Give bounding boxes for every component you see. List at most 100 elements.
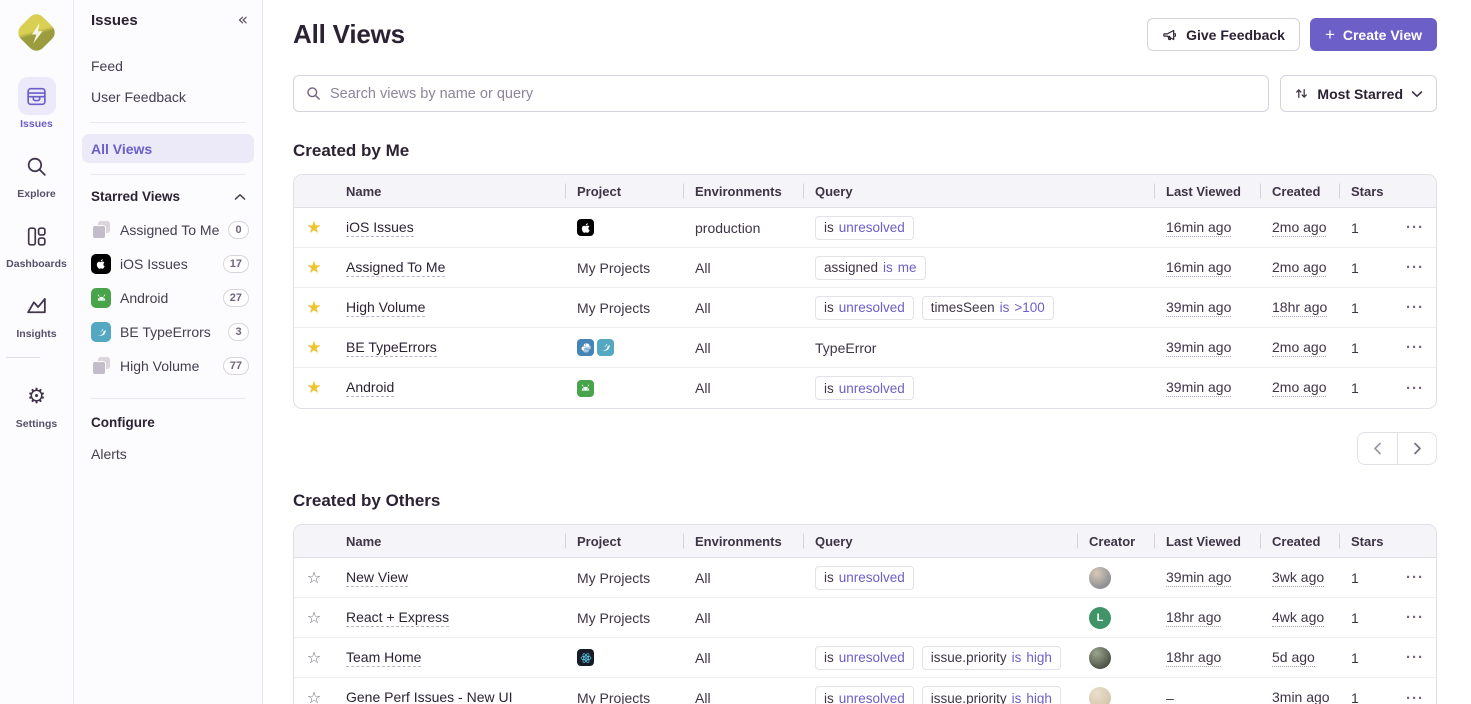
- app-root: Issues Explore Dashboards Insights ⚙Settings…: [0, 0, 1471, 704]
- row-menu-button[interactable]: ···: [1406, 380, 1424, 397]
- star-toggle[interactable]: ★: [294, 258, 334, 278]
- row-menu-button[interactable]: ···: [1406, 690, 1424, 704]
- sentry-logo[interactable]: [17, 13, 57, 53]
- query-token: isunresolved: [815, 296, 914, 320]
- search-input[interactable]: [330, 86, 1256, 102]
- column-header-environments: Environments: [683, 184, 803, 199]
- row-menu-button[interactable]: ···: [1406, 339, 1424, 356]
- row-menu-button[interactable]: ···: [1406, 299, 1424, 316]
- view-row-gene-perf-issues-new-ui[interactable]: ☆Gene Perf Issues - New UIMy ProjectsAll…: [294, 678, 1436, 704]
- row-menu-button[interactable]: ···: [1406, 259, 1424, 276]
- stars-count-cell: 1: [1339, 300, 1389, 316]
- row-menu-cell: ···: [1389, 259, 1436, 276]
- star-icon: ★: [306, 218, 321, 238]
- project-cell: [565, 219, 683, 236]
- creator-cell: [1077, 687, 1154, 704]
- project-cell: My Projects: [565, 690, 683, 704]
- search-icon: [18, 147, 56, 185]
- star-toggle[interactable]: ★: [294, 218, 334, 238]
- star-toggle[interactable]: ☆: [294, 688, 334, 704]
- divider: [6, 357, 40, 358]
- rail-item-issues[interactable]: Issues: [6, 77, 67, 130]
- view-name-link[interactable]: BE TypeErrors: [346, 339, 437, 357]
- row-menu-button[interactable]: ···: [1406, 219, 1424, 236]
- view-name-link[interactable]: Android: [346, 379, 394, 397]
- view-row-ios-issues[interactable]: ★iOS Issuesproductionisunresolved16min a…: [294, 208, 1436, 248]
- created-cell: 18hr ago: [1260, 299, 1339, 317]
- environments-cell: All: [683, 650, 803, 666]
- view-name-link[interactable]: Assigned To Me: [346, 259, 445, 277]
- star-toggle[interactable]: ★: [294, 338, 334, 358]
- create-view-button[interactable]: + Create View: [1310, 18, 1437, 51]
- previous-page-button[interactable]: [1358, 433, 1397, 464]
- column-header-name: Name: [334, 184, 565, 199]
- sort-dropdown[interactable]: Most Starred: [1280, 75, 1437, 112]
- react-icon: [577, 649, 594, 666]
- view-name-link[interactable]: Team Home: [346, 649, 421, 667]
- chevrons-left-icon[interactable]: «: [238, 12, 248, 29]
- row-menu-button[interactable]: ···: [1406, 609, 1424, 626]
- rail-item-dashboards[interactable]: Dashboards: [6, 217, 67, 270]
- view-name-link[interactable]: High Volume: [346, 299, 425, 317]
- star-icon: ★: [306, 378, 321, 398]
- section-heading-mine: Created by Me: [293, 141, 1437, 161]
- view-row-assigned-to-me[interactable]: ★Assigned To MeMy ProjectsAllassignedism…: [294, 248, 1436, 288]
- sidebar-item-feed[interactable]: Feed: [82, 51, 254, 80]
- view-row-new-view[interactable]: ☆New ViewMy ProjectsAllisunresolved39min…: [294, 558, 1436, 598]
- star-toggle[interactable]: ★: [294, 298, 334, 318]
- view-name-link[interactable]: Gene Perf Issues - New UI: [346, 689, 513, 704]
- give-feedback-button[interactable]: Give Feedback: [1147, 18, 1300, 51]
- starred-views-header[interactable]: Starred Views: [74, 189, 262, 204]
- starred-view-item-android[interactable]: Android27: [82, 281, 254, 315]
- star-toggle[interactable]: ☆: [294, 648, 334, 668]
- creator-avatar: [1089, 567, 1111, 589]
- view-row-team-home[interactable]: ☆Team HomeAllisunresolvedissue.priorityi…: [294, 638, 1436, 678]
- chevron-right-icon: [1413, 442, 1422, 455]
- row-menu-cell: ···: [1389, 339, 1436, 356]
- sidebar-item-alerts[interactable]: Alerts: [82, 439, 254, 468]
- rail-item-label: Issues: [20, 118, 53, 130]
- starred-view-item-ios-issues[interactable]: iOS Issues17: [82, 247, 254, 281]
- row-menu-button[interactable]: ···: [1406, 569, 1424, 586]
- starred-view-item-high-volume[interactable]: High Volume77: [82, 349, 254, 383]
- view-row-be-typeerrors[interactable]: ★BE TypeErrorsAllTypeError39min ago2mo a…: [294, 328, 1436, 368]
- sidebar-title: Issues: [91, 12, 138, 29]
- row-menu-button[interactable]: ···: [1406, 649, 1424, 666]
- starred-view-item-assigned-to-me[interactable]: Assigned To Me0: [82, 213, 254, 247]
- divider: [90, 122, 246, 123]
- star-toggle[interactable]: ☆: [294, 608, 334, 628]
- environments-cell: All: [683, 300, 803, 316]
- gear-icon: ⚙: [18, 377, 56, 415]
- project-cell: [565, 380, 683, 397]
- view-row-react-express[interactable]: ☆React + ExpressMy ProjectsAllL18hr ago4…: [294, 598, 1436, 638]
- view-row-high-volume[interactable]: ★High VolumeMy ProjectsAllisunresolvedti…: [294, 288, 1436, 328]
- android-icon: [91, 288, 111, 308]
- view-row-android[interactable]: ★AndroidAllisunresolved39min ago2mo ago1…: [294, 368, 1436, 408]
- column-header-query: Query: [803, 534, 1077, 549]
- rail-item-explore[interactable]: Explore: [6, 147, 67, 200]
- query-token: issue.priorityishigh: [922, 646, 1061, 670]
- sidebar-item-user-feedback[interactable]: User Feedback: [82, 82, 254, 111]
- last-viewed-cell: 16min ago: [1154, 259, 1260, 277]
- rail-item-insights[interactable]: Insights: [6, 287, 67, 340]
- column-header-stars: Stars: [1339, 534, 1389, 549]
- view-name-link[interactable]: React + Express: [346, 609, 449, 627]
- stacked-views-icon: [92, 221, 110, 239]
- starred-view-item-be-typeerrors[interactable]: BE TypeErrors3: [82, 315, 254, 349]
- views-table-others: NameProjectEnvironmentsQueryCreatorLast …: [293, 524, 1437, 704]
- last-viewed-cell: –: [1154, 690, 1260, 704]
- search-box[interactable]: [293, 75, 1269, 112]
- table-header: NameProjectEnvironmentsQueryLast ViewedC…: [294, 175, 1436, 208]
- left-rail: Issues Explore Dashboards Insights ⚙Settings: [0, 0, 73, 704]
- star-icon: ☆: [307, 568, 321, 588]
- sidebar-item-all-views[interactable]: All Views: [82, 134, 254, 163]
- rail-item-settings[interactable]: ⚙Settings: [6, 377, 67, 430]
- next-page-button[interactable]: [1397, 433, 1436, 464]
- column-header-last-viewed: Last Viewed: [1154, 184, 1260, 199]
- view-name-link[interactable]: iOS Issues: [346, 219, 414, 237]
- view-name-link[interactable]: New View: [346, 569, 408, 587]
- apple-icon: [577, 219, 594, 236]
- star-toggle[interactable]: ☆: [294, 568, 334, 588]
- star-icon: ☆: [307, 648, 321, 668]
- star-toggle[interactable]: ★: [294, 378, 334, 398]
